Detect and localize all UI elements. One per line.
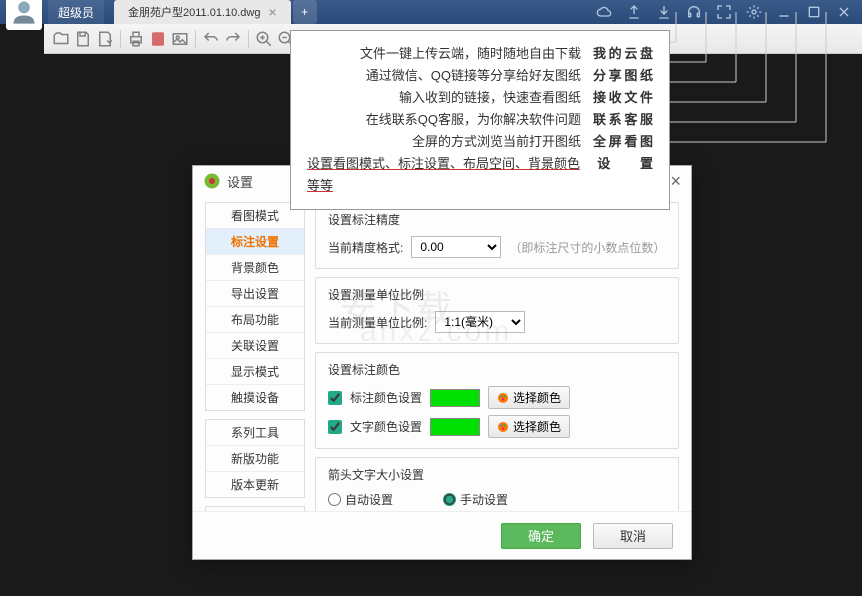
sidebar-item[interactable]: 版本更新 [206,472,304,497]
print-icon[interactable] [127,30,145,48]
manual-radio[interactable]: 手动设置 [443,491,508,508]
tooltip-desc: 输入收到的链接，快速查看图纸 [399,87,581,109]
sidebar-item[interactable]: 标注设置 [206,229,304,255]
color-swatch [430,418,480,436]
titlebar: 超级员 金朋苑户型2011.01.10.dwg × + [0,0,862,24]
label: 当前精度格式: [328,239,403,256]
tooltip-desc: 文件一键上传云端，随时随地自由下载 [360,43,581,65]
color-swatch [430,389,480,407]
sidebar-item[interactable]: 关联设置 [206,333,304,359]
fieldset-title: 设置标注精度 [324,211,404,228]
sidebar-item[interactable]: 系列工具 [206,420,304,446]
user-avatar[interactable] [6,0,42,30]
palette-icon [497,392,509,404]
dialog-title: 设置 [227,172,253,191]
precision-select[interactable]: 0.00 [411,236,501,258]
sidebar-item[interactable]: 背景颜色 [206,255,304,281]
upload-icon[interactable] [626,4,642,20]
tooltip-label: 接收文件 [593,87,653,109]
pick-color-button[interactable]: 选择颜色 [488,386,570,409]
tooltip-desc: 在线联系QQ客服，为你解决软件问题 [366,109,581,131]
palette-icon [497,421,509,433]
tab-new[interactable]: + [293,0,317,24]
precision-fieldset: 设置标注精度 当前精度格式: 0.00 （即标注尺寸的小数点位数） [315,202,679,269]
sidebar-item[interactable]: 新版功能 [206,446,304,472]
undo-icon[interactable] [202,30,220,48]
pick-color-button[interactable]: 选择颜色 [488,415,570,438]
save-icon[interactable] [74,30,92,48]
zoomin-icon[interactable] [255,30,273,48]
pdf-icon[interactable] [149,30,167,48]
settings-icon [203,172,221,190]
tooltip-label: 全屏看图 [593,131,653,153]
tooltip-label: 分享图纸 [593,65,653,87]
close-icon[interactable] [836,4,852,20]
sidebar-item[interactable]: 导出设置 [206,281,304,307]
image-icon[interactable] [171,30,189,48]
fullscreen-icon[interactable] [716,4,732,20]
open-icon[interactable] [52,30,70,48]
close-icon[interactable]: × [670,171,681,192]
label: 当前测量单位比例: [328,314,427,331]
unit-select[interactable]: 1:1(毫米) [435,311,525,333]
tooltip-label: 设 置 [597,153,653,197]
fieldset-title: 设置测量单位比例 [324,286,428,303]
tab-active[interactable]: 金朋苑户型2011.01.10.dwg × [114,0,291,24]
titlebar-right [596,4,862,20]
label: 文字颜色设置 [350,418,422,435]
settings-dialog: 设置 × 看图模式 标注设置 背景颜色 导出设置 布局功能 关联设置 显示模式 … [192,165,692,560]
tooltip-panel: 文件一键上传云端，随时随地自由下载我的云盘 通过微信、QQ链接等分享给好友图纸分… [290,30,670,210]
close-icon[interactable]: × [269,4,277,20]
user-label[interactable]: 超级员 [48,0,104,24]
text-color-check[interactable] [328,420,342,434]
tabs: 金朋苑户型2011.01.10.dwg × + [114,0,317,24]
tooltip-desc: 通过微信、QQ链接等分享给好友图纸 [366,65,581,87]
cloud-icon[interactable] [596,4,612,20]
minimize-icon[interactable] [776,4,792,20]
hint: （即标注尺寸的小数点位数） [509,239,665,256]
label: 标注颜色设置 [350,389,422,406]
tooltip-label: 我的云盘 [593,43,653,65]
color-fieldset: 设置标注颜色 标注颜色设置 选择颜色 文字颜色设置 选择颜色 [315,352,679,449]
sidebar-item[interactable]: 触摸设备 [206,385,304,410]
tooltip-desc: 设置看图模式、标注设置、布局空间、背景颜色等等 [307,153,585,197]
tooltip-desc: 全屏的方式浏览当前打开图纸 [412,131,581,153]
auto-radio[interactable]: 自动设置 [328,491,393,508]
dialog-footer: 确定 取消 [193,511,691,559]
headset-icon[interactable] [686,4,702,20]
unit-fieldset: 设置测量单位比例 当前测量单位比例: 1:1(毫米) [315,277,679,344]
gear-icon[interactable] [746,4,762,20]
tab-label: 金朋苑户型2011.01.10.dwg [128,4,260,20]
download-icon[interactable] [656,4,672,20]
ok-button[interactable]: 确定 [501,523,581,549]
sidebar-item[interactable]: 布局功能 [206,307,304,333]
saveas-icon[interactable] [96,30,114,48]
annot-color-check[interactable] [328,391,342,405]
fieldset-title: 设置标注颜色 [324,361,404,378]
cancel-button[interactable]: 取消 [593,523,673,549]
arrow-fieldset: 箭头文字大小设置 自动设置 手动设置 标注箭头大小 在屏幕上指定 标注文字大小 … [315,457,679,511]
fieldset-title: 箭头文字大小设置 [324,466,428,483]
dialog-sidebar: 看图模式 标注设置 背景颜色 导出设置 布局功能 关联设置 显示模式 触摸设备 … [205,202,305,511]
dialog-main: 设置标注精度 当前精度格式: 0.00 （即标注尺寸的小数点位数） 设置测量单位… [315,202,679,511]
sidebar-item[interactable]: 显示模式 [206,359,304,385]
maximize-icon[interactable] [806,4,822,20]
redo-icon[interactable] [224,30,242,48]
tooltip-label: 联系客服 [593,109,653,131]
